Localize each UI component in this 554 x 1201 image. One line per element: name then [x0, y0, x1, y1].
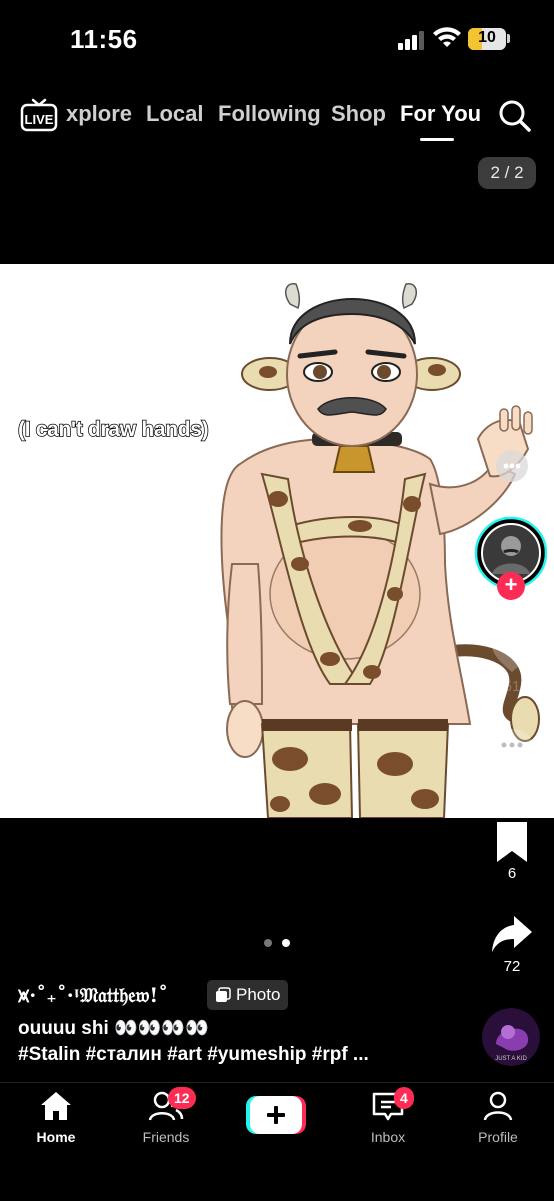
inbox-notification-badge: 4 — [394, 1087, 414, 1109]
nav-friends-label: Friends — [142, 1129, 190, 1145]
sound-disc-text: JUST A KID — [495, 1056, 527, 1062]
nav-home[interactable]: Home — [6, 1090, 106, 1145]
share-count: 72 — [503, 958, 521, 975]
photo-caption-overlay: (I can't draw hands) — [17, 417, 209, 442]
live-tv-icon[interactable]: LIVE — [20, 98, 58, 132]
comment-count: 12 — [503, 772, 521, 789]
photo-stack-icon — [216, 987, 231, 1002]
tab-for-you[interactable]: For You — [400, 101, 481, 127]
cellular-signal-icon — [398, 31, 424, 50]
nav-friends[interactable]: Friends — [116, 1090, 216, 1145]
follow-button[interactable]: + — [497, 572, 525, 600]
sound-disc[interactable]: JUST A KID — [482, 1008, 540, 1066]
tab-shop[interactable]: Shop — [331, 101, 386, 127]
nav-inbox-label: Inbox — [370, 1129, 406, 1145]
status-time: 11:56 — [70, 24, 138, 54]
nav-profile-label: Profile — [478, 1129, 518, 1145]
photo-badge: Photo — [207, 980, 289, 1010]
photo-page-counter: 2 / 2 — [478, 157, 536, 189]
profile-icon — [483, 1091, 513, 1121]
like-heart-icon[interactable] — [490, 632, 534, 676]
nav-inbox[interactable]: Inbox — [338, 1090, 438, 1145]
carousel-dot-1 — [264, 939, 272, 947]
search-icon[interactable] — [498, 99, 532, 133]
bookmark-icon[interactable] — [490, 820, 534, 864]
comment-icon[interactable] — [490, 725, 534, 769]
home-icon — [41, 1092, 71, 1120]
nav-home-label: Home — [36, 1129, 76, 1145]
tab-local[interactable]: Local — [146, 101, 203, 127]
post-username[interactable]: ⩙·˚₊˚·ᵎ𝔐𝔞𝔱𝔱𝔥𝔢𝔴!˚ — [18, 983, 168, 1007]
battery-indicator: 10 — [468, 28, 506, 50]
carousel-dot-2 — [282, 939, 290, 947]
active-tab-indicator — [420, 138, 454, 141]
battery-nub — [507, 34, 510, 43]
like-count: 61 — [503, 678, 521, 695]
post-hashtags[interactable]: #Stalin #сталин #art #yumeship #rpf ... — [18, 1044, 369, 1066]
post-photo[interactable] — [0, 264, 554, 818]
ai-chat-icon[interactable] — [494, 448, 530, 484]
share-arrow-icon[interactable] — [490, 912, 534, 956]
post-caption[interactable]: ouuuu shi 👀👀👀👀 — [18, 1016, 209, 1040]
create-post-button[interactable] — [246, 1096, 306, 1134]
cow-costume-illustration — [220, 283, 540, 818]
svg-text:LIVE: LIVE — [25, 112, 54, 127]
bookmark-count: 6 — [507, 865, 517, 882]
tab-explore[interactable]: xplore — [66, 101, 132, 127]
friends-notification-badge: 12 — [168, 1087, 196, 1109]
battery-level: 10 — [478, 29, 496, 46]
wifi-icon — [433, 27, 461, 47]
tab-following[interactable]: Following — [218, 101, 321, 127]
nav-profile[interactable]: Profile — [448, 1090, 548, 1145]
photo-badge-label: Photo — [236, 985, 281, 1004]
